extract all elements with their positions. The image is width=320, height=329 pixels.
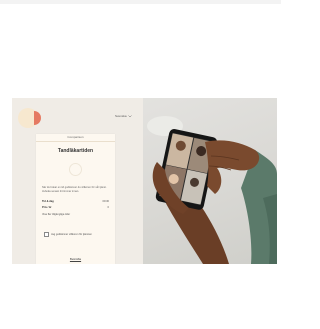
terms-checkbox[interactable]: Jag godkänner villkoren för tjänsten bbox=[44, 232, 107, 238]
checkbox-box[interactable] bbox=[44, 232, 49, 238]
hero-section: Svenska Comparison Tandläkartiden När du… bbox=[12, 98, 277, 264]
info-row: Pris / kr 0 bbox=[42, 204, 109, 210]
chevron-down-icon bbox=[127, 114, 132, 117]
info-row-value: 0 bbox=[107, 205, 109, 209]
card-provider: Comparison bbox=[36, 134, 115, 142]
card-title: Tandläkartiden bbox=[57, 148, 94, 154]
more-times-link[interactable]: Visa fler tillgängliga tider bbox=[42, 213, 109, 216]
app-preview-panel: Svenska Comparison Tandläkartiden När du… bbox=[12, 98, 143, 264]
language-label: Svenska bbox=[115, 114, 127, 118]
language-selector[interactable]: Svenska bbox=[115, 114, 132, 118]
hero-photo bbox=[143, 98, 277, 264]
loading-spinner-icon bbox=[69, 163, 82, 176]
logo-icon bbox=[18, 108, 42, 128]
info-row-value: 09:30 bbox=[102, 199, 110, 203]
card-description: När du bokar en tid godkänner du villkor… bbox=[42, 186, 107, 193]
submit-button[interactable]: Bekräfta bbox=[36, 257, 115, 261]
logo-accent bbox=[34, 111, 41, 125]
page-top-strip bbox=[0, 0, 281, 4]
info-row-label: Tid & dag bbox=[42, 199, 54, 203]
checkbox-label: Jag godkänner villkoren för tjänsten bbox=[51, 233, 92, 237]
booking-card: Comparison Tandläkartiden När du bokar e… bbox=[36, 134, 115, 264]
hands-holding-phone-illustration bbox=[147, 116, 277, 264]
info-row-label: Pris / kr bbox=[42, 205, 52, 209]
